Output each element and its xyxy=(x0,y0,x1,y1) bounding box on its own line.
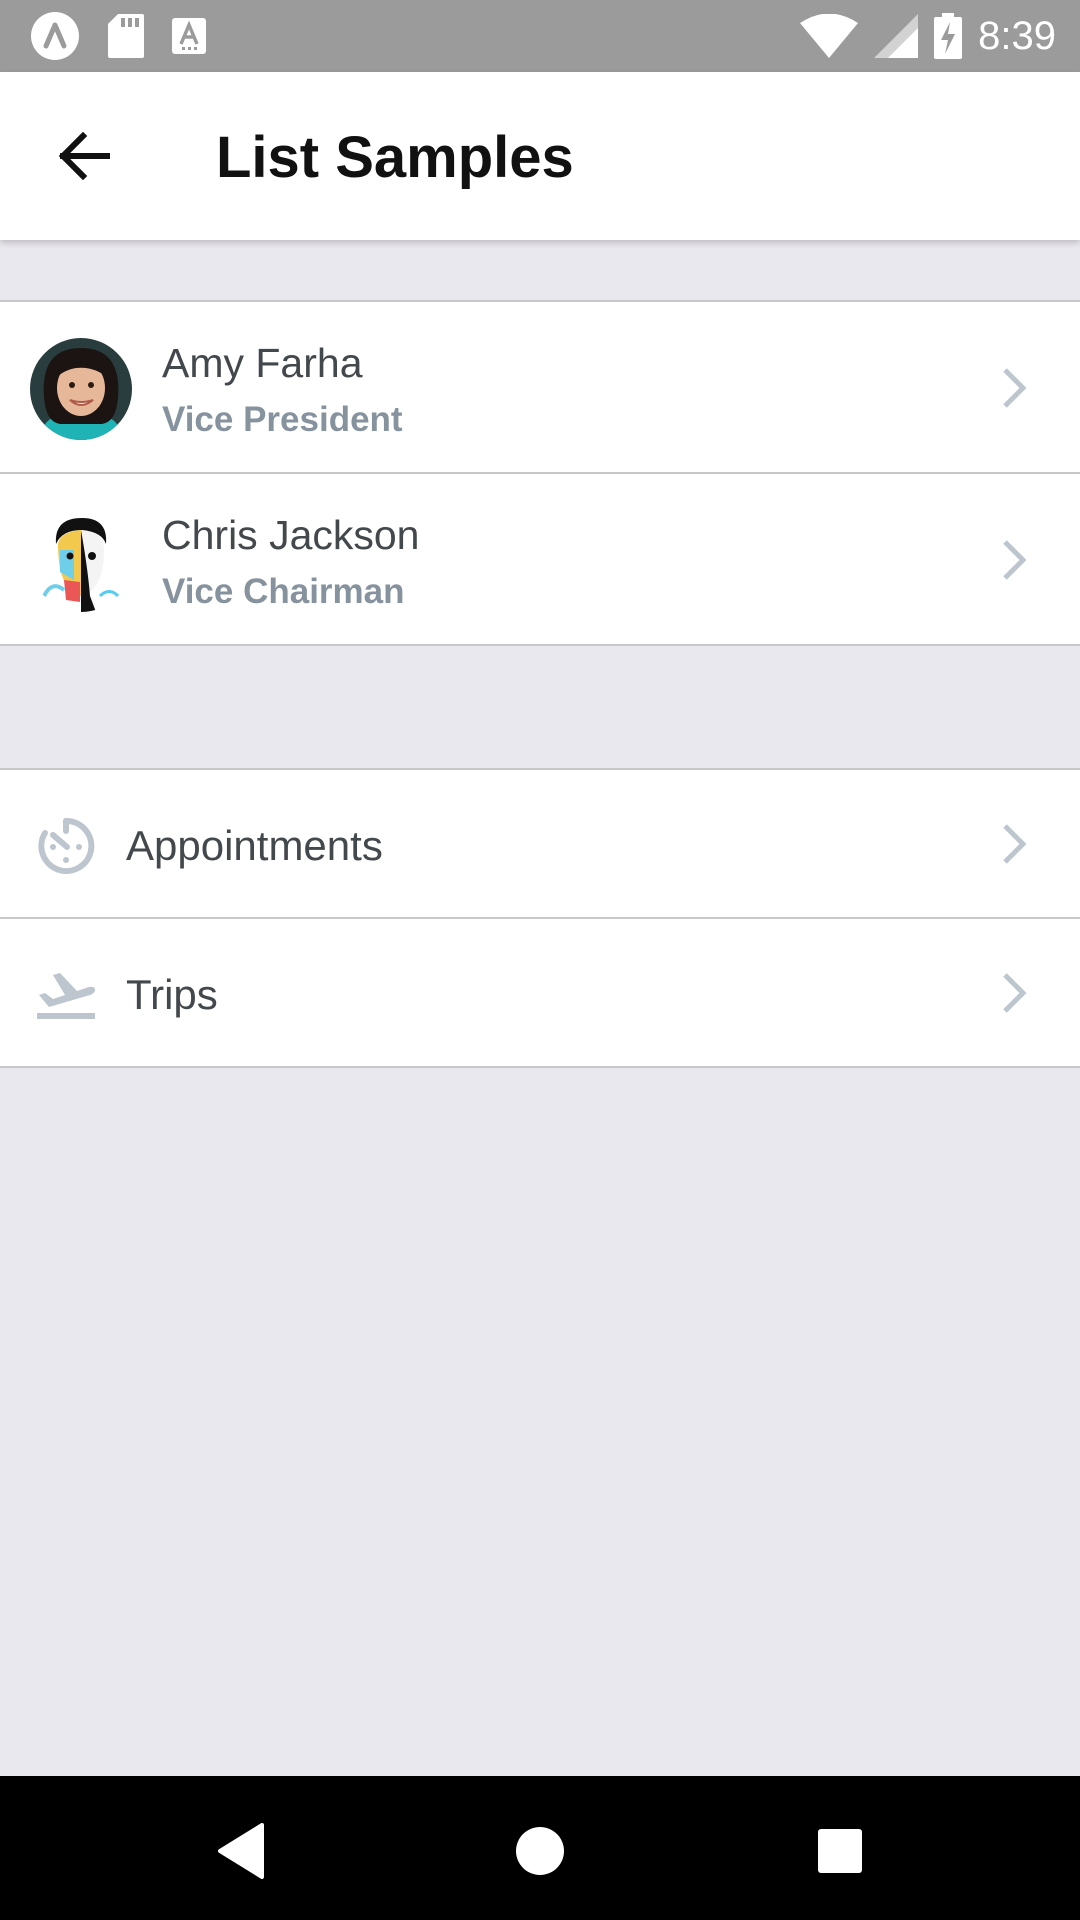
timer-icon xyxy=(34,814,98,878)
list-item-amy-farha[interactable]: Amy Farha Vice President xyxy=(0,302,1080,474)
signal-icon xyxy=(874,14,919,58)
chevron-right-icon xyxy=(994,969,1034,1017)
person-name: Amy Farha xyxy=(162,340,363,386)
wifi-icon xyxy=(800,14,859,58)
status-bar-left xyxy=(30,10,206,62)
assistant-icon xyxy=(30,11,80,61)
list-item-chris-jackson[interactable]: Chris Jackson Vice Chairman xyxy=(0,474,1080,646)
home-circle-icon xyxy=(516,1827,564,1875)
person-subtitle: Vice President xyxy=(162,400,403,439)
nav-back-button[interactable] xyxy=(206,1816,276,1886)
items-list: Appointments Trips xyxy=(0,768,1080,1068)
list-item-appointments[interactable]: Appointments xyxy=(0,770,1080,919)
person-name: Chris Jackson xyxy=(162,512,420,558)
item-label: Trips xyxy=(126,971,218,1018)
sd-card-icon xyxy=(108,14,144,58)
flight-takeoff-icon xyxy=(34,963,98,1027)
arrow-left-icon xyxy=(58,132,110,180)
chevron-right-icon xyxy=(994,536,1034,584)
nav-recents-button[interactable] xyxy=(805,1816,875,1886)
status-bar: 8:39 xyxy=(0,0,1080,72)
font-a-icon xyxy=(172,18,206,54)
person-subtitle: Vice Chairman xyxy=(162,572,405,611)
back-triangle-icon xyxy=(218,1823,264,1879)
nav-home-button[interactable] xyxy=(505,1816,575,1886)
list-item-trips[interactable]: Trips xyxy=(0,919,1080,1068)
avatar xyxy=(30,510,132,612)
chevron-right-icon xyxy=(994,820,1034,868)
avatar xyxy=(30,338,132,440)
status-bar-right: 8:39 xyxy=(800,10,1056,62)
back-button[interactable] xyxy=(40,112,128,200)
battery-charging-icon xyxy=(934,13,963,59)
app-bar: List Samples xyxy=(0,72,1080,240)
recents-square-icon xyxy=(818,1829,862,1873)
chevron-right-icon xyxy=(994,364,1034,412)
navigation-bar xyxy=(0,1776,1080,1920)
people-list: Amy Farha Vice President Chris Jackson V… xyxy=(0,300,1080,646)
status-time: 8:39 xyxy=(978,13,1056,58)
page-title: List Samples xyxy=(216,125,574,190)
item-label: Appointments xyxy=(126,822,383,869)
